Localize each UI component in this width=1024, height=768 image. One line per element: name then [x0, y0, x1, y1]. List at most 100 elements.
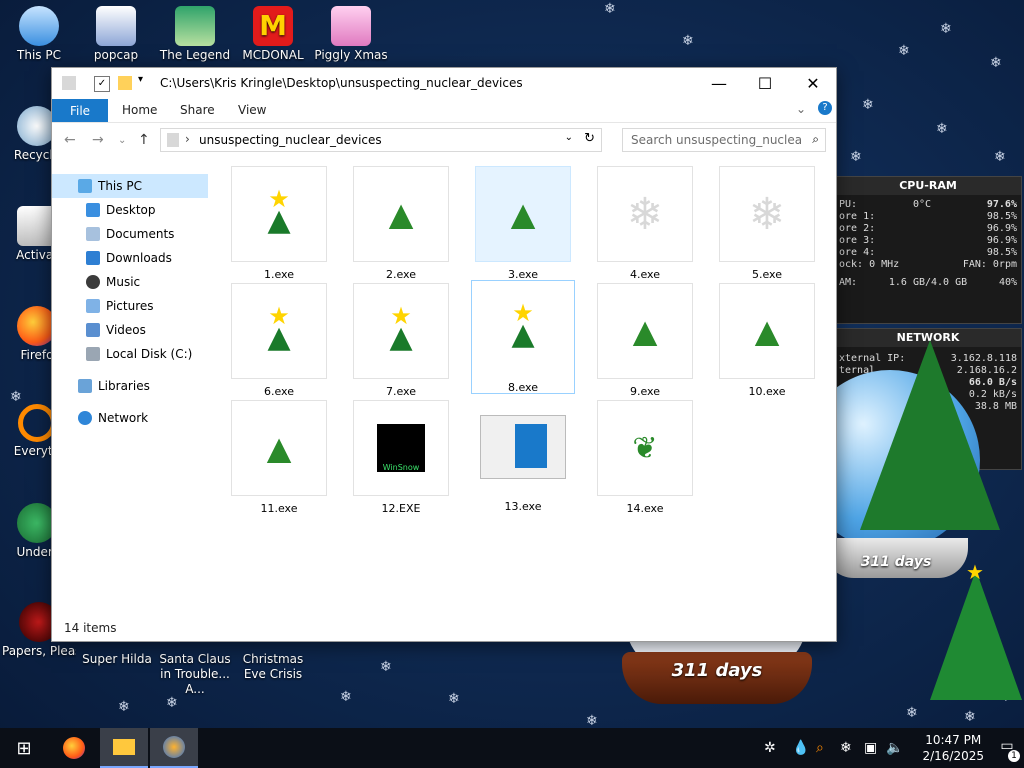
- file-tile[interactable]: ▲ 11.exe: [230, 400, 328, 518]
- folder-quick-icon: [62, 76, 76, 90]
- desktop-icon-santa-claus[interactable]: Santa Claus in Trouble... A...: [156, 640, 234, 697]
- taskbar-app[interactable]: [150, 728, 198, 768]
- back-arrow-icon[interactable]: ←: [64, 132, 76, 148]
- file-tile[interactable]: WinSnow 12.EXE: [352, 400, 450, 518]
- holly-icon: ❦: [597, 400, 693, 496]
- christmas-tree-icon: ▲: [231, 400, 327, 496]
- desktop-icon-christmas-eve-crisis[interactable]: Christmas Eve Crisis: [234, 640, 312, 682]
- cpu-ram-gadget[interactable]: CPU-RAM PU: 0°C 97.6% ore 1: 98.5% ore 2: 96…: [834, 176, 1022, 324]
- tray-droplet-icon[interactable]: 💧: [792, 740, 809, 756]
- nav-item-documents[interactable]: Documents: [86, 223, 174, 245]
- search-placeholder[interactable]: Search unsuspecting_nuclear_...: [631, 133, 801, 147]
- core-row: ore 4: 98.5%: [839, 247, 1017, 258]
- nav-label: This PC: [98, 179, 142, 193]
- desktop-icon-popcap[interactable]: popcap: [79, 6, 153, 62]
- nav-item-videos[interactable]: Videos: [86, 319, 146, 341]
- maximize-button[interactable]: ☐: [742, 68, 788, 98]
- file-tile[interactable]: ❄ 4.exe: [596, 166, 694, 284]
- recent-dropdown-icon[interactable]: ⌄: [118, 135, 126, 146]
- tab-file[interactable]: File: [52, 99, 108, 122]
- new-folder-icon[interactable]: [118, 76, 132, 90]
- help-icon[interactable]: ?: [818, 101, 832, 115]
- file-tile[interactable]: ❦ 14.exe: [596, 400, 694, 518]
- nav-item-libraries[interactable]: Libraries: [78, 375, 150, 397]
- computer-icon: [19, 6, 59, 46]
- search-box[interactable]: Search unsuspecting_nuclear_... ⌕: [622, 128, 826, 152]
- nav-item-desktop[interactable]: Desktop: [86, 199, 156, 221]
- christmas-tree-icon: ▲: [475, 166, 571, 262]
- file-tile[interactable]: ❄ 5.exe: [718, 166, 816, 284]
- up-arrow-icon[interactable]: ↑: [138, 132, 150, 148]
- file-tile[interactable]: ★ ▲ 1.exe: [230, 166, 328, 284]
- address-dropdown-icon[interactable]: ⌄: [565, 132, 573, 143]
- clock[interactable]: 10:47 PM 2/16/2025: [922, 732, 984, 764]
- quick-access-dropdown-icon[interactable]: ▾: [138, 74, 143, 85]
- nav-item-downloads[interactable]: Downloads: [86, 247, 172, 269]
- close-button[interactable]: ✕: [790, 68, 836, 98]
- file-tile[interactable]: ▲ 10.exe: [718, 283, 816, 401]
- ribbon: File Home Share View ⌄ ?: [52, 98, 836, 123]
- file-explorer-window[interactable]: ✓ ▾ C:\Users\Kris Kringle\Desktop\unsusp…: [51, 67, 837, 642]
- tab-view[interactable]: View: [238, 103, 266, 117]
- taskbar-firefox[interactable]: [50, 728, 98, 768]
- star-tree-icon: ★ ▲: [231, 166, 327, 262]
- firefox-icon: [63, 737, 85, 759]
- tray-network-icon[interactable]: ▣: [864, 740, 877, 756]
- desktop-icon-label: Christmas Eve Crisis: [242, 652, 304, 681]
- breadcrumb-chevron-icon[interactable]: ›: [185, 132, 190, 146]
- nav-label: Local Disk (C:): [106, 347, 193, 361]
- desktop-icon-mcdonald[interactable]: M MCDONAL: [236, 6, 310, 62]
- star-tree-icon: ★ ▲: [353, 283, 449, 379]
- refresh-icon[interactable]: ↻: [584, 131, 595, 146]
- libraries-icon: [78, 379, 92, 393]
- notification-center-button[interactable]: ▭ 1: [996, 738, 1020, 762]
- nav-item-music[interactable]: Music: [86, 271, 140, 293]
- tray-search-icon[interactable]: ⌕: [816, 740, 824, 756]
- nav-label: Network: [98, 411, 149, 425]
- tray-snowflake-icon[interactable]: ❄: [840, 740, 852, 756]
- file-tile-focused[interactable]: ★ ▲ 8.exe: [471, 280, 575, 394]
- windows-logo-icon: ⊞: [16, 737, 32, 759]
- search-icon[interactable]: ⌕: [812, 132, 819, 147]
- title-bar[interactable]: ✓ ▾ C:\Users\Kris Kringle\Desktop\unsusp…: [52, 68, 836, 98]
- tray-volume-icon[interactable]: 🔈: [886, 740, 903, 756]
- file-tile[interactable]: ★ ▲ 7.exe: [352, 283, 450, 401]
- cpu-row: PU: 0°C 97.6%: [839, 199, 1017, 210]
- address-row: ← → ⌄ ↑ › unsuspecting_nuclear_devices ⌄…: [52, 126, 836, 154]
- desktop-icon-label: Papers, Please: [2, 644, 76, 658]
- video-icon: [86, 323, 100, 337]
- nav-item-local-disk[interactable]: Local Disk (C:): [86, 343, 192, 365]
- file-tile[interactable]: ▲ 9.exe: [596, 283, 694, 401]
- forward-arrow-icon[interactable]: →: [92, 132, 104, 148]
- file-tile[interactable]: ★ ▲ 6.exe: [230, 283, 328, 401]
- nav-item-pictures[interactable]: Pictures: [86, 295, 154, 317]
- start-button[interactable]: ⊞: [0, 728, 48, 768]
- ram-row: AM: 1.6 GB/4.0 GB 40%: [839, 277, 1017, 288]
- address-text[interactable]: unsuspecting_nuclear_devices: [199, 133, 382, 147]
- tab-home[interactable]: Home: [122, 103, 157, 117]
- file-tile[interactable]: 13.exe: [474, 400, 572, 518]
- desktop-icon-legend[interactable]: The Legend: [158, 6, 232, 62]
- nav-item-this-pc[interactable]: This PC: [78, 175, 142, 197]
- file-tile-selected[interactable]: ▲ 3.exe: [474, 166, 572, 284]
- window-title-path: C:\Users\Kris Kringle\Desktop\unsuspecti…: [160, 76, 523, 90]
- address-bar[interactable]: › unsuspecting_nuclear_devices ⌄ ↻: [160, 128, 602, 152]
- folder-icon: [113, 739, 135, 755]
- file-tile[interactable]: ▲ 2.exe: [352, 166, 450, 284]
- snowflake-icon: ❄: [597, 166, 693, 262]
- minimize-button[interactable]: —: [696, 68, 742, 98]
- desktop-icon-super-hilda[interactable]: Super Hilda: [80, 640, 154, 666]
- desktop-icon-piggly-xmas[interactable]: Piggly Xmas: [314, 6, 388, 62]
- file-name: 7.exe: [385, 385, 416, 398]
- taskbar-file-explorer[interactable]: [100, 728, 148, 768]
- desktop-icon-this-pc[interactable]: This PC: [2, 6, 76, 62]
- nav-label: Music: [106, 275, 141, 289]
- properties-check-icon[interactable]: ✓: [94, 76, 110, 92]
- notification-count: 1: [1008, 750, 1020, 762]
- nav-item-network[interactable]: Network: [78, 407, 148, 429]
- tray-app-icon[interactable]: ✲: [764, 740, 776, 756]
- documents-icon: [86, 227, 100, 241]
- tab-share[interactable]: Share: [180, 103, 215, 117]
- desktop-icon-label: MCDONAL: [242, 48, 304, 62]
- ribbon-expand-icon[interactable]: ⌄: [796, 102, 806, 116]
